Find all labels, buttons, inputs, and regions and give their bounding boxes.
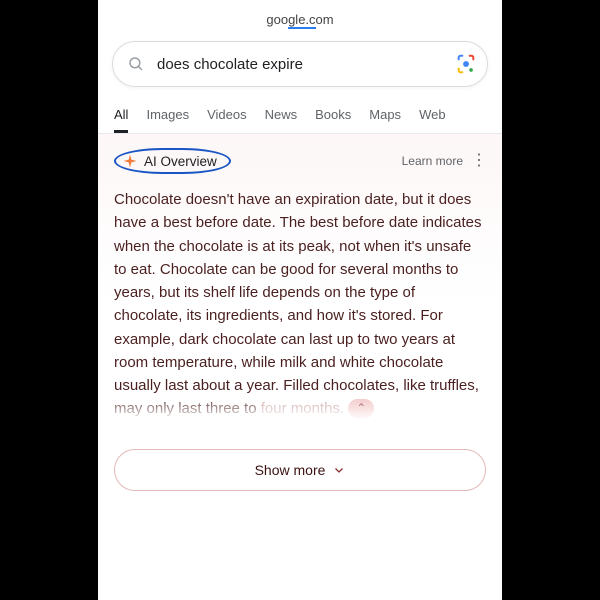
ai-overview-badge: AI Overview [114,148,231,174]
ai-overview-section: AI Overview Learn more ⋮ Chocolate doesn… [98,134,502,437]
tab-books[interactable]: Books [315,99,351,133]
sparkle-icon [122,153,138,169]
search-tabs: All Images Videos News Books Maps Web [98,99,502,134]
tab-maps[interactable]: Maps [369,99,401,133]
show-more-container: Show more [98,437,502,491]
address-bar[interactable]: google.com [98,8,502,41]
show-more-button[interactable]: Show more [114,449,486,491]
page-content: google.com does chocolate expire [98,0,502,491]
learn-more-link[interactable]: Learn more [402,154,471,168]
phone-frame: google.com does chocolate expire [98,0,502,600]
show-more-label: Show more [255,462,326,478]
chevron-down-icon [333,464,345,476]
url-text: google.com [266,12,333,27]
ai-body-text-main: Chocolate doesn't have an expiration dat… [114,191,481,417]
ai-overview-header: AI Overview Learn more ⋮ [114,148,486,174]
tab-news[interactable]: News [265,99,298,133]
tab-all[interactable]: All [114,99,128,133]
ai-overview-body: Chocolate doesn't have an expiration dat… [114,188,486,421]
ai-body-text-trailing: four months. [261,400,344,417]
google-lens-icon[interactable] [455,53,477,75]
collapse-icon[interactable]: ⌃ [348,399,374,418]
search-bar[interactable]: does chocolate expire [112,41,488,87]
search-container: does chocolate expire [98,41,502,99]
tab-images[interactable]: Images [146,99,189,133]
ai-overview-title: AI Overview [144,154,217,169]
search-icon [127,55,145,73]
search-query: does chocolate expire [145,56,455,73]
progress-indicator [288,27,316,29]
tab-web[interactable]: Web [419,99,446,133]
tab-videos[interactable]: Videos [207,99,247,133]
more-options-icon[interactable]: ⋮ [471,153,486,169]
